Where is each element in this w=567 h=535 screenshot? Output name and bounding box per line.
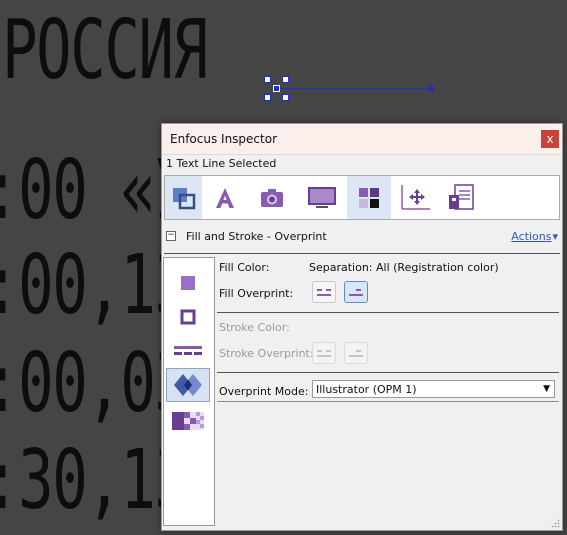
enfocus-inspector-panel: Enfocus Inspector x 1 Text Line Selected: [161, 123, 563, 531]
section-header: − Fill and Stroke - Overprint Actions▾: [166, 228, 558, 244]
fill-overprint-on-button[interactable]: [344, 281, 368, 303]
transparency-icon: [172, 412, 204, 430]
category-dash[interactable]: [166, 334, 210, 368]
fill-overprint-off-button[interactable]: [312, 281, 336, 303]
actions-menu-link[interactable]: Actions▾: [511, 230, 558, 243]
fill-stroke-icon: [359, 187, 379, 208]
overprint-icon: [174, 374, 202, 396]
doc-text-line[interactable]: РОССИЯ: [2, 10, 208, 92]
panel-title: Enfocus Inspector: [170, 132, 277, 146]
inspector-toolbar: [164, 175, 560, 220]
fill-color-value: Separation: All (Registration color): [309, 261, 499, 274]
tool-image[interactable]: [247, 176, 297, 219]
tool-position[interactable]: [391, 176, 439, 219]
category-stroke[interactable]: [166, 300, 210, 334]
fill-overprint-label: Fill Overprint:: [219, 287, 294, 300]
selection-endpoint[interactable]: [429, 86, 434, 91]
panel-titlebar[interactable]: Enfocus Inspector x: [162, 124, 562, 155]
position-icon: [401, 184, 430, 210]
selected-text-line-baseline[interactable]: [276, 88, 431, 89]
category-transparency[interactable]: [166, 404, 210, 438]
tool-text[interactable]: [202, 176, 247, 219]
stroke-color-label: Stroke Color:: [219, 321, 290, 334]
stroke-overprint-label: Stroke Overprint:: [219, 347, 314, 360]
dash-pattern-icon: [174, 346, 202, 355]
fill-square-icon: [181, 276, 195, 290]
section-divider: [164, 253, 560, 254]
actions-label: Actions: [511, 229, 552, 243]
overprint-on-icon: [349, 350, 363, 357]
monitor-icon: [308, 186, 336, 208]
selection-status: 1 Text Line Selected: [166, 157, 277, 170]
section-title: Fill and Stroke - Overprint: [186, 229, 327, 243]
selection-handle[interactable]: [264, 94, 271, 101]
tool-object[interactable]: [165, 176, 202, 219]
selection-handle-center[interactable]: [273, 85, 280, 92]
category-overprint[interactable]: [166, 368, 210, 402]
overprint-mode-value: Illustrator (OPM 1): [316, 382, 417, 396]
selection-handle[interactable]: [282, 94, 289, 101]
fill-divider: [217, 312, 559, 313]
close-button[interactable]: x: [541, 130, 559, 148]
fill-color-label: Fill Color:: [219, 261, 270, 274]
overprint-mode-label: Overprint Mode:: [219, 385, 309, 398]
selection-handle[interactable]: [282, 76, 289, 83]
resize-grip-icon[interactable]: [551, 519, 560, 528]
mode-divider: [217, 401, 559, 402]
tool-fill-stroke[interactable]: [347, 176, 391, 219]
caret-down-icon: ▾: [552, 229, 558, 243]
stroke-overprint-on-button[interactable]: [344, 342, 368, 364]
document-icon: [449, 183, 474, 210]
text-icon: [215, 187, 234, 208]
dropdown-arrow-icon: ▼: [543, 384, 550, 394]
overprint-on-icon: [349, 289, 363, 296]
stroke-overprint-off-button[interactable]: [312, 342, 336, 364]
collapse-toggle[interactable]: −: [166, 231, 176, 241]
category-fill[interactable]: [166, 266, 210, 300]
object-icon: [172, 187, 195, 209]
camera-icon: [261, 188, 283, 207]
selection-handle[interactable]: [264, 76, 271, 83]
stroke-square-icon: [180, 309, 196, 325]
knockout-icon: [317, 350, 331, 357]
tool-page[interactable]: [297, 176, 347, 219]
tool-document[interactable]: [439, 176, 483, 219]
category-list: [163, 257, 215, 526]
stroke-divider: [217, 372, 559, 373]
overprint-mode-select[interactable]: Illustrator (OPM 1) ▼: [312, 380, 555, 398]
knockout-icon: [317, 289, 331, 296]
